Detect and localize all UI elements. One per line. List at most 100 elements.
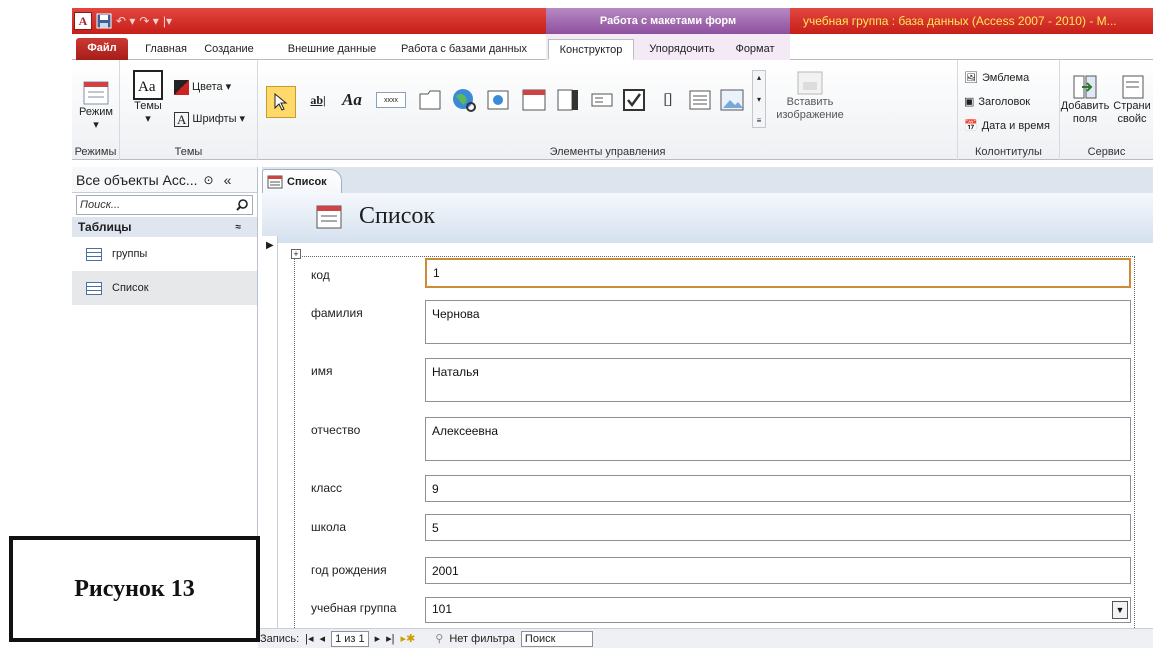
datetime-label: Дата и время	[981, 120, 1050, 132]
view-icon	[83, 81, 109, 105]
quick-access-toolbar: A ↶ ▾ ↷ ▾ |▾	[74, 11, 172, 31]
controls-gallery-scroll[interactable]: ▴ ▾ ≡	[752, 70, 766, 128]
property-sheet-button[interactable]: Страни свойс	[1110, 74, 1153, 126]
filter-icon: ⚲	[435, 633, 444, 645]
field-study-group[interactable]: 101 ▼	[425, 597, 1131, 623]
group-label-tools: Сервис	[1087, 146, 1126, 158]
image-control-icon[interactable]	[718, 86, 746, 114]
button-control-icon[interactable]: xxxx	[376, 92, 406, 108]
nav-section-tables[interactable]: Таблицы ≈	[72, 217, 257, 237]
customize-qat-button[interactable]: |▾	[163, 14, 172, 28]
nav-item-list[interactable]: Список	[72, 271, 257, 305]
tab-create[interactable]: Создание	[198, 39, 260, 60]
select-tool-icon[interactable]	[266, 86, 296, 118]
record-position-input[interactable]: 1 из 1	[331, 630, 369, 647]
list-box-control-icon[interactable]	[686, 86, 714, 114]
checkbox-control-icon[interactable]	[620, 86, 648, 114]
property-sheet-label: Страни свойс	[1113, 100, 1151, 125]
attachment-control-icon[interactable]: ⌷	[654, 86, 682, 114]
combo-box-control-icon[interactable]	[588, 86, 616, 114]
chevron-down-icon[interactable]: ▼	[1112, 601, 1128, 619]
context-tab-header: Работа с макетами форм	[546, 8, 790, 34]
add-fields-button[interactable]: Добавить поля	[1061, 74, 1109, 126]
ribbon-tabs: Файл Главная Создание Внешние данные Раб…	[72, 34, 1153, 60]
record-selector[interactable]: ▶	[262, 236, 278, 628]
nav-pane-header[interactable]: Все объекты Acc... ⊙ «	[72, 167, 257, 193]
chevron-down-icon: ▾	[225, 81, 232, 93]
view-button[interactable]: Режим ▾	[76, 80, 116, 132]
nav-item-groups[interactable]: группы	[72, 237, 257, 271]
window-title: учебная группа : база данных (Access 200…	[803, 14, 1117, 28]
tab-control-icon[interactable]	[416, 86, 444, 114]
redo-button[interactable]: ↷ ▾	[139, 14, 158, 28]
field-birth-year[interactable]: 2001	[425, 557, 1131, 584]
save-icon[interactable]	[96, 13, 112, 29]
collapse-section-icon[interactable]: ≈	[236, 222, 242, 233]
datetime-button[interactable]: 📅 Дата и время	[964, 120, 1050, 133]
undo-button[interactable]: ↶ ▾	[116, 14, 135, 28]
title-button[interactable]: ▣ Заголовок	[964, 96, 1030, 109]
tab-file[interactable]: Файл	[76, 38, 128, 60]
record-nav-label: Запись:	[260, 632, 300, 645]
tab-database-tools[interactable]: Работа с базами данных	[394, 39, 534, 60]
chevron-down-icon: ▾	[756, 94, 761, 104]
access-logo-icon: A	[74, 12, 92, 30]
themes-icon: Aa	[133, 70, 163, 100]
last-record-icon[interactable]: ▸|	[386, 632, 394, 645]
insert-image-button[interactable]: Вставить изображение	[770, 70, 850, 122]
group-label-views: Режимы	[74, 146, 117, 158]
view-button-label: Режим	[79, 106, 113, 118]
nav-search-input[interactable]: Поиск...	[76, 195, 253, 215]
tab-external-data[interactable]: Внешние данные	[282, 39, 382, 60]
table-icon	[86, 247, 102, 261]
record-search-input[interactable]: Поиск	[520, 630, 593, 647]
group-controls: ab| Aa xxxx ⌷ ▴ ▾ ≡ Вставить изображение Э…	[258, 60, 958, 160]
next-record-icon[interactable]: ▸	[375, 632, 381, 645]
web-browser-control-icon[interactable]	[484, 86, 512, 114]
first-record-icon[interactable]: |◂	[305, 632, 313, 645]
figure-caption: Рисунок 13	[9, 536, 260, 642]
search-icon[interactable]	[236, 199, 248, 211]
dropdown-circle-icon[interactable]: ⊙	[204, 173, 214, 187]
label-school: школа	[311, 520, 347, 534]
prev-record-icon[interactable]: ◂	[320, 632, 326, 645]
label-kod: код	[311, 268, 330, 282]
themes-button[interactable]: Aa Темы ▾	[128, 70, 168, 126]
document-tab-list[interactable]: Список	[262, 169, 342, 193]
field-surname[interactable]: Чернова	[425, 300, 1131, 344]
svg-text:Aa: Aa	[138, 79, 156, 95]
themes-label: Темы	[134, 100, 162, 112]
filter-status[interactable]: Нет фильтра	[449, 633, 515, 645]
field-kod[interactable]: 1	[425, 258, 1131, 288]
form-icon	[316, 205, 342, 229]
group-label-themes: Темы	[174, 146, 203, 158]
label-name: имя	[311, 364, 333, 378]
navigation-control-icon[interactable]	[520, 86, 548, 114]
collapse-pane-icon[interactable]: «	[224, 172, 232, 188]
label-control-icon[interactable]: Aa	[338, 86, 366, 114]
hyperlink-control-icon[interactable]	[450, 86, 478, 114]
group-label-controls: Элементы управления	[549, 146, 666, 158]
tab-arrange[interactable]: Упорядочить	[642, 39, 722, 60]
layout-move-handle-icon[interactable]: +	[291, 249, 301, 259]
colors-button[interactable]: Цвета ▾	[174, 80, 231, 95]
logo-button[interactable]: 🖼 Эмблема	[964, 72, 1029, 85]
textbox-control-icon[interactable]: ab|	[304, 86, 332, 114]
tab-format[interactable]: Формат	[726, 39, 784, 60]
group-views: Режим ▾ Режимы	[72, 60, 120, 160]
tab-design[interactable]: Конструктор	[548, 39, 634, 60]
fonts-button[interactable]: A Шрифты ▾	[174, 112, 245, 127]
title-icon: ▣	[964, 96, 975, 108]
label-study-group: учебная группа	[311, 601, 397, 615]
field-school[interactable]: 5	[425, 514, 1131, 541]
tab-home[interactable]: Главная	[138, 39, 194, 60]
property-sheet-icon	[1122, 75, 1144, 99]
field-class[interactable]: 9	[425, 475, 1131, 502]
label-birth-year: год рождения	[311, 563, 387, 577]
field-patronymic[interactable]: Алексеевна	[425, 417, 1131, 461]
fonts-label: Шрифты	[192, 113, 237, 125]
new-record-icon[interactable]: ▸✱	[401, 632, 416, 645]
label-surname: фамилия	[311, 306, 363, 320]
field-name[interactable]: Наталья	[425, 358, 1131, 402]
option-group-control-icon[interactable]	[554, 86, 582, 114]
